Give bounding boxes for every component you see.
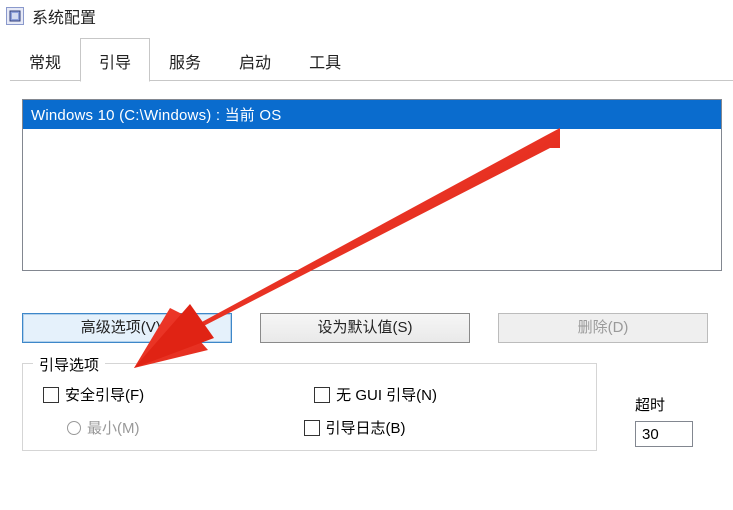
delete-button: 删除(D)	[498, 313, 708, 343]
os-listbox[interactable]: Windows 10 (C:\Windows) : 当前 OS	[22, 99, 722, 271]
window-title: 系统配置	[32, 4, 96, 28]
minimal-label: 最小(M)	[87, 417, 140, 438]
timeout-label: 超时	[635, 394, 693, 415]
tab-general[interactable]: 常规	[10, 38, 80, 81]
os-entry-selected[interactable]: Windows 10 (C:\Windows) : 当前 OS	[23, 100, 721, 129]
boot-log-checkbox[interactable]: 引导日志(B)	[304, 417, 406, 438]
boot-log-label: 引导日志(B)	[326, 417, 406, 438]
minimal-radio: 最小(M)	[67, 417, 140, 438]
tab-startup[interactable]: 启动	[220, 38, 290, 81]
boot-options-group: 引导选项 安全引导(F) 无 GUI 引导(N) 最小(M) 引导日志(B)	[22, 363, 597, 451]
timeout-input[interactable]	[635, 421, 693, 447]
timeout-section: 超时	[635, 394, 693, 447]
checkbox-box-icon	[304, 420, 320, 436]
boot-options-row1: 安全引导(F) 无 GUI 引导(N)	[43, 384, 576, 405]
set-default-button[interactable]: 设为默认值(S)	[260, 313, 470, 343]
tabs-bar: 常规 引导 服务 启动 工具	[0, 38, 733, 81]
boot-panel: Windows 10 (C:\Windows) : 当前 OS 高级选项(V).…	[0, 81, 733, 451]
no-gui-checkbox[interactable]: 无 GUI 引导(N)	[314, 384, 437, 405]
tab-boot[interactable]: 引导	[80, 38, 150, 82]
checkbox-box-icon	[43, 387, 59, 403]
boot-options-legend: 引导选项	[33, 354, 105, 375]
boot-options-row2: 最小(M) 引导日志(B)	[43, 417, 576, 438]
checkbox-box-icon	[314, 387, 330, 403]
safe-boot-label: 安全引导(F)	[65, 384, 144, 405]
tab-tools[interactable]: 工具	[290, 38, 360, 81]
boot-buttons-row: 高级选项(V)... 设为默认值(S) 删除(D)	[22, 313, 733, 343]
advanced-options-button[interactable]: 高级选项(V)...	[22, 313, 232, 343]
no-gui-label: 无 GUI 引导(N)	[336, 384, 437, 405]
radio-circle-icon	[67, 421, 81, 435]
titlebar: 系统配置	[0, 0, 733, 38]
tab-services[interactable]: 服务	[150, 38, 220, 81]
msconfig-icon	[6, 7, 24, 25]
safe-boot-checkbox[interactable]: 安全引导(F)	[43, 384, 144, 405]
